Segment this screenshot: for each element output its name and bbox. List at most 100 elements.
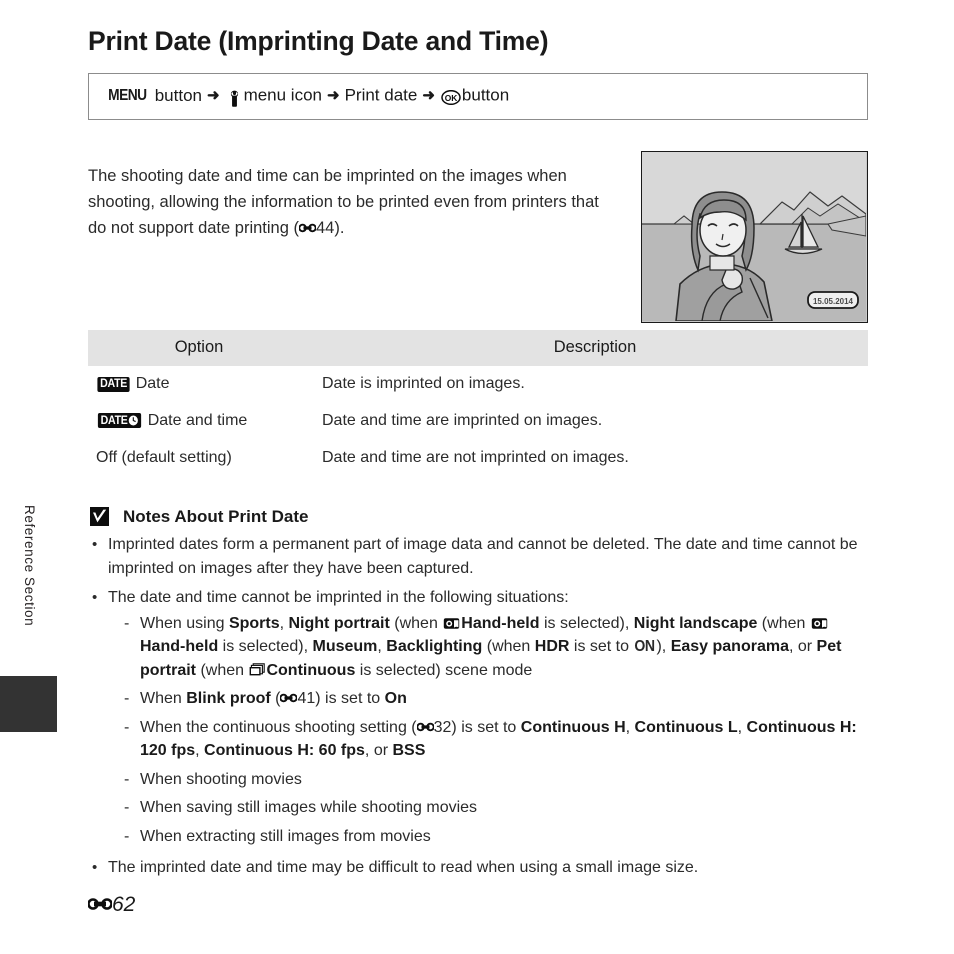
e-reference-icon <box>298 215 317 232</box>
note-bullet: • The date and time cannot be imprinted … <box>88 586 868 848</box>
setting-blink-proof: Blink proof <box>186 690 271 707</box>
intro-ref-page: 44 <box>315 218 335 237</box>
table-header-row: Option Description <box>88 330 868 366</box>
dash-icon: - <box>124 827 130 845</box>
e-reference-icon <box>415 716 435 731</box>
note-sub-bullet: - When using Sports, Night portrait (whe… <box>122 612 868 683</box>
page-number: 62 <box>112 893 136 916</box>
value-continuous-l: Continuous L <box>634 718 738 736</box>
dash-icon: - <box>124 799 130 816</box>
sub-text: is selected) scene mode <box>355 661 533 679</box>
mode-night-portrait: Night portrait <box>288 614 390 632</box>
mode-museum: Museum <box>312 638 378 655</box>
value-continuous-h-60: Continuous H: 60 fps <box>204 742 365 759</box>
bullet-dot-icon: • <box>92 589 98 606</box>
note-sub-bullet: - When the continuous shooting setting (… <box>122 716 868 763</box>
note-bullet-text: Imprinted dates form a permanent part of… <box>108 536 858 577</box>
sub-text: , <box>625 718 635 736</box>
date-time-badge-icon: DATE <box>97 413 142 428</box>
breadcrumb-text-button-1: button <box>154 85 202 105</box>
table-row[interactable]: DATE Date and time Date and time are imp… <box>88 403 868 440</box>
note-sub-bullet: - When shooting movies <box>122 768 868 792</box>
sub-text: is set to <box>569 638 634 655</box>
page-content: Print Date (Imprinting Date and Time) ME… <box>87 0 870 954</box>
sub-text: ) is set to <box>315 690 385 707</box>
option-label: Date and time <box>147 412 248 429</box>
notes-heading-text: Notes About Print Date <box>123 507 309 526</box>
table-row[interactable]: Off (default setting) Date and time are … <box>88 440 868 477</box>
e-reference-icon <box>87 893 113 910</box>
sub-text: is selected), <box>539 614 634 632</box>
e-reference-icon <box>279 687 299 703</box>
continuous-icon <box>249 661 266 675</box>
table-cell-option: Off (default setting) <box>88 440 310 477</box>
arrow-right-icon-3: ➜ <box>422 86 435 104</box>
breadcrumb: MENU button ➜ menu icon ➜ Print date ➜ OK button <box>105 85 510 107</box>
page-footer: 62 <box>87 893 136 917</box>
notes-body: • Imprinted dates form a permanent part … <box>88 533 868 886</box>
mode-continuous: Continuous <box>266 661 356 679</box>
mode-hand-held-2: Hand-held <box>140 638 219 655</box>
dash-icon: - <box>124 770 130 788</box>
section-tab-marker <box>0 676 57 732</box>
note-sub-list: - When using Sports, Night portrait (whe… <box>108 612 868 849</box>
breadcrumb-text-button-2: button <box>461 85 510 105</box>
dash-icon: - <box>124 718 130 736</box>
option-label: Off (default setting) <box>96 449 232 466</box>
page-title: Print Date (Imprinting Date and Time) <box>88 26 549 56</box>
mode-easy-panorama: Easy panorama <box>670 638 789 655</box>
value-on: On <box>384 690 407 707</box>
sub-text: , <box>377 638 387 655</box>
mode-hand-held: Hand-held <box>461 614 540 632</box>
date-stamp-text: 15.05.2014 <box>813 297 854 306</box>
table-header-option: Option <box>88 330 310 366</box>
sub-text: When using <box>140 614 229 632</box>
sub-text: When the continuous shooting setting ( <box>140 718 417 736</box>
ok-button-icon: OK <box>441 89 461 106</box>
sample-photo-illustration: 15.05.2014 <box>641 151 868 323</box>
sub-text: When <box>140 690 187 707</box>
sub-text: ) is set to <box>451 718 521 736</box>
intro-text-2: ). <box>334 218 345 237</box>
reference-section-label: Reference Section <box>22 505 37 627</box>
mode-backlighting: Backlighting <box>386 638 483 655</box>
breadcrumb-item-print-date: Print date <box>344 85 418 105</box>
table-cell-description: Date is imprinted on images. <box>322 375 525 392</box>
hand-held-icon <box>811 614 828 629</box>
sub-text: ( <box>270 690 281 707</box>
sub-text: (when <box>196 661 249 679</box>
table-header-description: Description <box>310 330 868 366</box>
bullet-dot-icon: • <box>92 859 98 876</box>
notes-heading: Notes About Print Date <box>90 503 308 527</box>
sub-ref-page: 41 <box>297 690 316 707</box>
table-row[interactable]: DATE Date Date is imprinted on images. <box>88 366 868 403</box>
sub-text: ), <box>656 638 671 655</box>
table-cell-description: Date and time are not imprinted on image… <box>322 449 629 466</box>
sub-text: (when <box>389 614 443 632</box>
wrench-icon <box>227 90 242 107</box>
table-cell-description: Date and time are imprinted on images. <box>322 412 603 429</box>
dash-icon: - <box>124 690 130 707</box>
sub-text: (when <box>757 614 810 632</box>
breadcrumb-box: MENU button ➜ menu icon ➜ Print date ➜ OK button <box>88 73 868 120</box>
caution-check-icon <box>90 507 109 526</box>
breadcrumb-menu-icon-label: menu icon <box>243 85 322 105</box>
sub-text: , <box>737 718 747 736</box>
setting-hdr: HDR <box>534 638 570 655</box>
option-label: Date <box>135 375 170 392</box>
arrow-right-icon: ➜ <box>206 86 220 104</box>
hand-held-icon <box>443 614 460 629</box>
sub-ref-page: 32 <box>433 718 452 736</box>
table-cell-option: DATE Date <box>88 366 310 403</box>
table-cell-option: DATE Date and time <box>88 403 310 440</box>
sub-text: , or <box>364 742 393 759</box>
mode-night-landscape: Night landscape <box>633 614 758 632</box>
date-badge-icon: DATE <box>97 377 130 392</box>
note-bullet-text: The imprinted date and time may be diffi… <box>108 859 699 876</box>
sub-text: When extracting still images from movies <box>140 827 431 845</box>
options-table: Option Description DATE Date Date is imp… <box>88 330 868 477</box>
note-bullet-text: The date and time cannot be imprinted in… <box>108 589 569 606</box>
note-sub-bullet: - When saving still images while shootin… <box>122 796 868 820</box>
bullet-dot-icon: • <box>92 536 98 553</box>
intro-paragraph: The shooting date and time can be imprin… <box>88 163 608 241</box>
